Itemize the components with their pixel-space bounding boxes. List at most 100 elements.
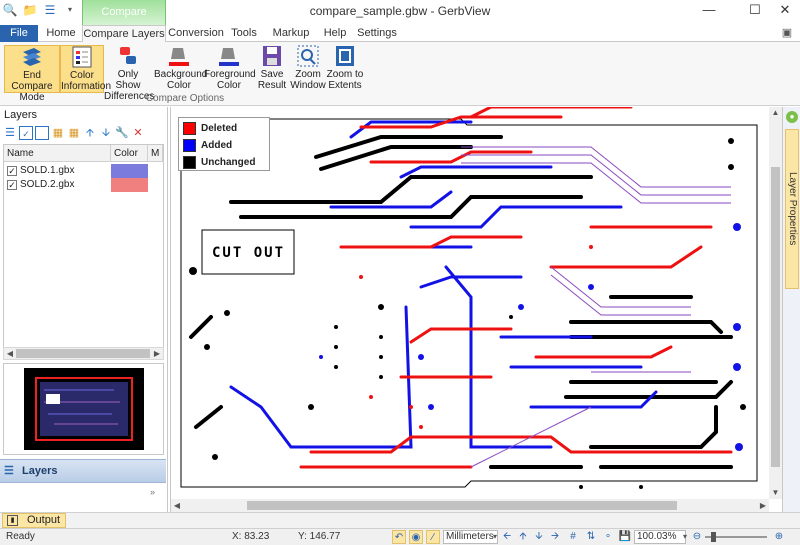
zoom-to-extents-button[interactable]: Zoom to Extents (326, 45, 364, 93)
pan-down-icon[interactable]: 🡫 (532, 530, 546, 544)
connect-icon[interactable]: ∘ (601, 530, 615, 544)
check-all-icon[interactable]: ✓ (19, 126, 33, 140)
measure-icon[interactable]: ∕ (426, 530, 440, 544)
column-header-color[interactable]: Color (111, 145, 148, 162)
canvas-horizontal-scrollbar[interactable]: ◀ ▶ (171, 499, 769, 512)
layer-name: SOLD.1.gbx (20, 165, 75, 176)
pan-up-icon[interactable]: 🡩 (516, 530, 530, 544)
scroll-left-icon[interactable]: ◀ (4, 348, 16, 359)
layer-properties-panel[interactable]: ● Layer Properties (782, 107, 800, 512)
end-compare-mode-button[interactable]: End Compare Mode (4, 45, 60, 103)
legend-label: Unchanged (201, 157, 256, 168)
undo-icon[interactable]: ↶ (392, 530, 406, 544)
color-legend: Deleted Added Unchanged (178, 117, 270, 171)
zoom-in-icon[interactable]: ⊕ (772, 530, 786, 544)
pan-right-icon[interactable]: 🡪 (548, 530, 562, 544)
canvas-vertical-scrollbar[interactable]: ▲ ▼ (769, 107, 782, 499)
move-down-icon[interactable]: 🡫 (99, 126, 113, 140)
scroll-left-icon[interactable]: ◀ (171, 499, 183, 512)
layer-name: SOLD.2.gbx (20, 179, 75, 190)
ribbon-options-icon[interactable]: ▣ (780, 26, 794, 40)
zoom-slider-knob[interactable] (711, 532, 716, 542)
foreground-color-label: Foreground Color (204, 69, 256, 91)
layers-toolbar: ☰ ✓ ▦ ▦ 🡩 🡫 🔧 ✕ (0, 124, 167, 142)
output-bar (0, 512, 800, 528)
properties-icon: ● (786, 111, 798, 123)
layers-stack-icon (23, 48, 41, 66)
layers-icon: ☰ (4, 465, 14, 477)
layer-color-swatch[interactable] (111, 164, 148, 178)
background-color-button[interactable]: Background Color (154, 45, 208, 93)
zoom-to-extents-label: Zoom to Extents (326, 69, 364, 91)
layer-checkbox[interactable]: ✓ (7, 166, 17, 176)
minimize-button[interactable]: — (686, 0, 732, 22)
layers-icon[interactable]: ☰ (3, 126, 17, 140)
output-tab[interactable]: ▮ Output (2, 513, 66, 528)
color-info-icon (72, 46, 92, 68)
status-ready: Ready (6, 531, 35, 542)
save-result-label: Save Result (257, 69, 287, 91)
merge-icon[interactable]: ▦ (51, 126, 65, 140)
move-up-icon[interactable]: 🡩 (83, 126, 97, 140)
ortho-icon[interactable]: ⇅ (584, 530, 598, 544)
zoom-out-icon[interactable]: ⊖ (690, 530, 704, 544)
tab-conversion[interactable]: Conversion (166, 25, 226, 42)
tab-help[interactable]: Help (318, 25, 352, 42)
tab-compare-layers[interactable]: Compare Layers (82, 25, 166, 43)
layer-checkbox[interactable]: ✓ (7, 180, 17, 190)
differences-icon (120, 47, 136, 64)
wrench-icon[interactable]: 🔧 (115, 126, 129, 140)
scroll-down-icon[interactable]: ▼ (769, 487, 782, 499)
scroll-up-icon[interactable]: ▲ (769, 107, 782, 119)
scroll-thumb[interactable] (771, 167, 780, 467)
cursor-x: X: 83.23 (232, 531, 270, 542)
layers-panel-tab[interactable]: ☰ Layers (0, 459, 166, 483)
delete-icon[interactable]: ✕ (131, 126, 145, 140)
color-information-button[interactable]: Color Information (60, 45, 111, 93)
tab-markup[interactable]: Markup (266, 25, 316, 42)
ribbon-tabs: File Home Compare Layers Conversion Tool… (0, 25, 800, 43)
zoom-window-label: Zoom Window (290, 69, 326, 91)
tab-settings[interactable]: Settings (354, 25, 400, 42)
background-color-label: Background Color (154, 69, 208, 91)
layer-row[interactable]: ✓ SOLD.2.gbx (4, 178, 163, 192)
only-show-differences-button[interactable]: Only Show Differences (104, 45, 154, 102)
scroll-right-icon[interactable]: ▶ (151, 348, 163, 359)
column-header-name[interactable]: Name (4, 145, 111, 162)
close-button[interactable]: ✕ (770, 0, 800, 22)
save-view-icon[interactable]: 💾 (618, 530, 632, 544)
zoom-window-button[interactable]: Zoom Window (290, 45, 326, 93)
legend-swatch (183, 156, 196, 169)
snap-icon[interactable]: ◉ (409, 530, 423, 544)
foreground-color-button[interactable]: Foreground Color (204, 45, 256, 93)
column-header-m[interactable]: M (148, 145, 163, 162)
paint-bucket-icon (169, 48, 189, 66)
layer-properties-tab[interactable]: Layer Properties (785, 129, 799, 289)
scroll-thumb[interactable] (16, 349, 150, 358)
compare-options-group-label: Compare Options (145, 93, 225, 104)
tab-home[interactable]: Home (40, 25, 82, 42)
ribbon: End Compare Mode Color Information Only … (0, 42, 800, 106)
pan-left-icon[interactable]: 🡨 (500, 530, 514, 544)
tab-tools[interactable]: Tools (226, 25, 262, 42)
tab-file[interactable]: File (0, 25, 38, 42)
pcb-thumbnail-image (35, 377, 133, 441)
scroll-thumb[interactable] (247, 501, 677, 510)
cursor-y: Y: 146.77 (298, 531, 341, 542)
save-result-button[interactable]: Save Result (256, 45, 288, 93)
uncheck-all-icon[interactable] (35, 126, 49, 140)
layer-preview[interactable] (3, 363, 164, 455)
status-bar: Ready X: 83.23 Y: 146.77 ↶ ◉ ∕ Millimete… (0, 528, 800, 545)
grid-icon[interactable]: # (566, 530, 580, 544)
layer-color-swatch[interactable] (111, 178, 148, 192)
layer-row[interactable]: ✓ SOLD.1.gbx (4, 164, 163, 178)
output-icon: ▮ (7, 515, 18, 526)
scroll-right-icon[interactable]: ▶ (757, 499, 769, 512)
legend-label: Added (201, 140, 233, 151)
split-icon[interactable]: ▦ (67, 126, 81, 140)
save-icon (263, 46, 281, 66)
legend-label: Deleted (201, 123, 238, 134)
zoom-window-icon (297, 45, 319, 67)
expand-chevron-icon[interactable]: » (150, 487, 155, 497)
layers-horizontal-scrollbar[interactable]: ◀ ▶ (3, 347, 164, 360)
